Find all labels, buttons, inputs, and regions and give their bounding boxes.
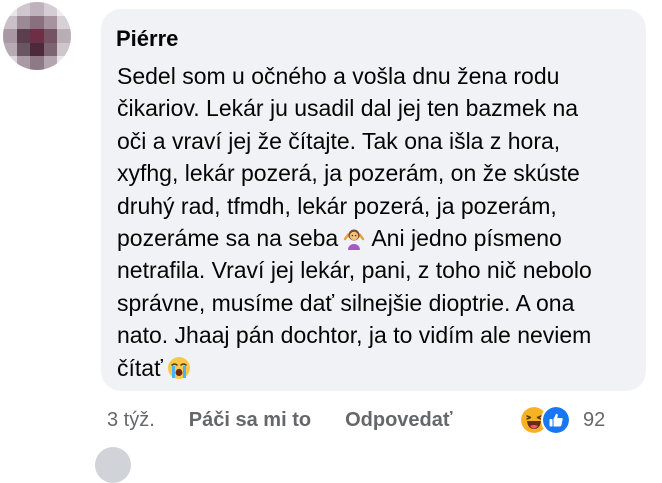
reaction-count: 92 <box>583 408 606 431</box>
reactions-summary[interactable]: 92 <box>519 404 605 436</box>
comment-line: Sedel som u očného a vošla dnu žena rodu <box>117 63 560 89</box>
comment-line: nato. Jhaaj pán dochtor, ja to vidím ale… <box>117 322 592 349</box>
reply-button[interactable]: Odpovedať <box>345 409 452 432</box>
like-reaction-icon <box>541 405 571 435</box>
comment-line: druhý rad, tfmdh, lekár pozerá, ja pozer… <box>117 192 557 219</box>
comment-line-with-emoji: pozeráme sa na seba Ani jedno písmeno <box>117 222 637 254</box>
avatar[interactable] <box>3 2 71 70</box>
comment-line: xyfhg, lekár pozerá, ja pozerám, on že s… <box>117 160 580 187</box>
comment-text: Sedel som u očného a vošla dnu žena rodu… <box>117 60 637 384</box>
avatar[interactable] <box>95 447 131 483</box>
comment-line: čikariov. Lekár ju usadil dal jej ten ba… <box>117 95 579 122</box>
comment-timestamp[interactable]: 3 týž. <box>107 409 155 432</box>
comment-line: netrafila. Vraví jej lekár, pani, z toho… <box>117 257 592 284</box>
crying-face-icon <box>167 356 190 379</box>
like-button[interactable]: Páči sa mi to <box>189 409 311 432</box>
comment-author[interactable]: Piérre <box>116 26 178 52</box>
comment-line-with-emoji: čítať <box>117 352 637 384</box>
comment-line: správne, musíme dať silnejšie dioptrie. … <box>117 289 575 316</box>
comment-text-segment: čítať <box>117 354 163 381</box>
person-shrugging-icon <box>344 229 365 251</box>
comment-line: oči a vraví jej že čítajte. Tak ona išla… <box>117 127 561 154</box>
comment-text-segment: Ani jedno písmeno <box>371 225 562 252</box>
comment-actions: 3 týž. Páči sa mi to Odpovedať <box>107 405 452 435</box>
comment-text-segment: pozeráme sa na seba <box>117 225 339 252</box>
